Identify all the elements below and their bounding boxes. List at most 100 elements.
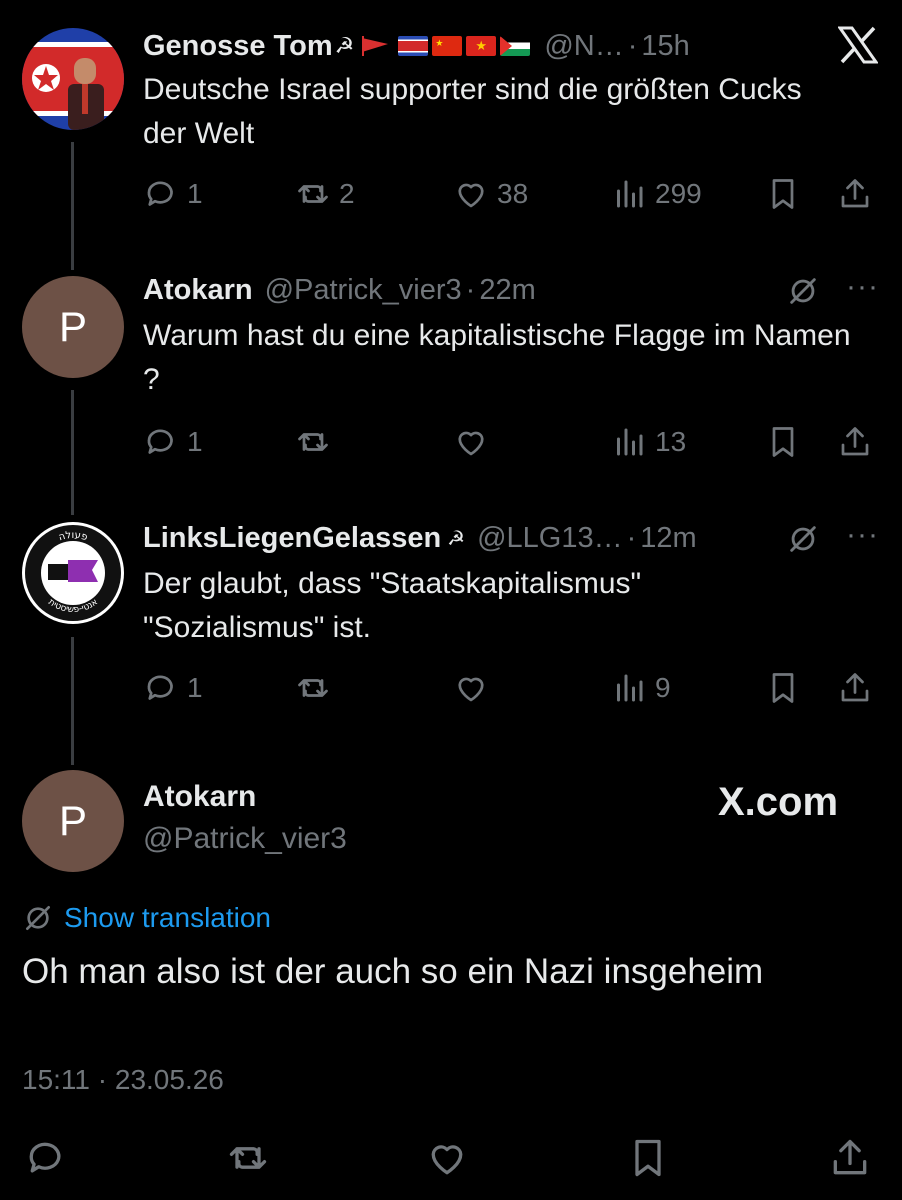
- display-name[interactable]: Atokarn: [143, 780, 256, 814]
- tweet-header: Genosse Tom ☭ ★ ★ @N… · 15h: [143, 26, 690, 66]
- timestamp[interactable]: 22m: [479, 274, 535, 307]
- avatar[interactable]: [22, 28, 124, 130]
- share-icon[interactable]: [828, 1136, 872, 1180]
- display-name[interactable]: Genosse Tom: [143, 30, 333, 63]
- share-icon: [841, 179, 869, 208]
- vietnam-flag-icon: ★: [466, 36, 497, 56]
- svg-text:אנטי-פשיסטית: אנטי-פשיסטית: [46, 597, 100, 615]
- reply-count: 1: [187, 672, 203, 703]
- tweet-text: Deutsche Israel supporter sind die größt…: [143, 73, 802, 150]
- timestamp[interactable]: 15h: [641, 30, 689, 63]
- thread-connector: [71, 142, 74, 270]
- tweet-text: Der glaubt, dass "Staatskapitalismus" "S…: [143, 567, 642, 644]
- reply-count: 1: [187, 426, 203, 457]
- north-korea-flag-icon: [398, 36, 429, 56]
- tweet-actions: 1 9: [143, 668, 883, 708]
- views-icon: [617, 674, 643, 702]
- more-options-icon[interactable]: ···: [846, 518, 879, 552]
- separator-dot: ·: [465, 273, 476, 306]
- thread-connector: [71, 390, 74, 515]
- share-button[interactable]: [837, 668, 873, 708]
- show-translation-link[interactable]: Show translation: [64, 902, 271, 934]
- reply-icon: [147, 675, 173, 700]
- logo-lettering: פעולה אנטי-פשיסטית: [46, 530, 100, 615]
- repost-button[interactable]: [295, 668, 339, 708]
- tweet-text: Warum hast du eine kapitalistische Flagg…: [143, 319, 851, 396]
- translate-globe-icon: [790, 526, 816, 552]
- red-flag-icon: [362, 36, 389, 56]
- reply-button[interactable]: 1: [143, 422, 203, 462]
- repost-icon[interactable]: [224, 1136, 272, 1180]
- bookmark-icon: [772, 179, 794, 209]
- like-button[interactable]: [453, 668, 497, 708]
- hammer-sickle-icon: ☭: [447, 527, 466, 550]
- bookmark-icon: [772, 427, 794, 457]
- reply-icon: [147, 181, 173, 206]
- more-options-icon[interactable]: ···: [846, 270, 879, 304]
- china-flag-icon: ★: [432, 36, 463, 56]
- like-button[interactable]: 38: [453, 174, 528, 214]
- thread-connector: [71, 637, 74, 765]
- views-icon: [617, 180, 643, 208]
- bookmark-icon[interactable]: [626, 1136, 670, 1180]
- handle[interactable]: @Patrick_vier3: [143, 822, 347, 856]
- translate-globe-icon: [26, 906, 50, 930]
- bookmark-button[interactable]: [765, 422, 801, 462]
- heart-icon: [458, 677, 484, 702]
- share-icon: [841, 427, 869, 456]
- x-com-watermark: X.com: [718, 780, 839, 824]
- reply-icon[interactable]: [24, 1136, 68, 1180]
- bookmark-button[interactable]: [765, 174, 801, 214]
- handle[interactable]: @LLG13…: [477, 522, 623, 555]
- bookmark-icon: [772, 673, 794, 703]
- tweet-timestamp[interactable]: 15:11 · 23.05.26: [22, 1064, 224, 1096]
- show-translation-row[interactable]: Show translation: [22, 902, 271, 934]
- tweet-actions: 1 2 38 299: [143, 174, 883, 214]
- x-logo-icon[interactable]: [838, 26, 878, 64]
- share-icon: [841, 673, 869, 702]
- timestamp[interactable]: 12m: [640, 522, 696, 555]
- share-button[interactable]: [837, 422, 873, 462]
- display-name[interactable]: LinksLiegenGelassen: [143, 522, 441, 555]
- repost-icon: [298, 679, 328, 697]
- handle[interactable]: @N…: [544, 30, 623, 63]
- hammer-sickle-icon: ☭: [334, 33, 355, 58]
- view-count: 9: [655, 672, 671, 703]
- views-button[interactable]: 9: [611, 668, 671, 708]
- separator-dot: ·: [626, 521, 637, 554]
- avatar[interactable]: P: [22, 276, 124, 378]
- repost-icon: [298, 185, 328, 203]
- tweet-header: LinksLiegenGelassen ☭ @LLG13… · 12m: [143, 518, 697, 558]
- repost-icon: [298, 433, 328, 451]
- palestine-flag-icon: [500, 36, 531, 56]
- main-actions: [0, 1134, 902, 1184]
- handle[interactable]: @Patrick_vier3: [265, 274, 462, 307]
- views-button[interactable]: 13: [611, 422, 686, 462]
- avatar[interactable]: פעולה אנטי-פשיסטית: [22, 522, 124, 624]
- reply-button[interactable]: 1: [143, 174, 203, 214]
- views-button[interactable]: 299: [611, 174, 702, 214]
- tweet-text: Oh man also ist der auch so ein Nazi ins…: [22, 952, 764, 991]
- tweet-header: Atokarn @Patrick_vier3 · 22m: [143, 270, 536, 310]
- reply-icon: [147, 429, 173, 454]
- bookmark-button[interactable]: [765, 668, 801, 708]
- avatar[interactable]: P: [22, 770, 124, 872]
- repost-count: 2: [339, 178, 355, 209]
- like-button[interactable]: [453, 422, 497, 462]
- reply-button[interactable]: 1: [143, 668, 203, 708]
- views-icon: [617, 428, 643, 456]
- separator-dot: ·: [627, 29, 638, 62]
- heart-icon[interactable]: [424, 1136, 470, 1180]
- profile-photo-icon: [22, 28, 124, 130]
- translate-globe-icon: [790, 278, 816, 304]
- heart-icon: [458, 431, 484, 456]
- display-name[interactable]: Atokarn: [143, 274, 253, 307]
- share-button[interactable]: [837, 174, 873, 214]
- repost-button[interactable]: 2: [295, 174, 355, 214]
- repost-button[interactable]: [295, 422, 339, 462]
- view-count: 13: [655, 426, 687, 457]
- heart-icon: [458, 183, 484, 208]
- view-count: 299: [655, 178, 702, 209]
- svg-text:פעולה: פעולה: [57, 530, 89, 543]
- reply-count: 1: [187, 178, 203, 209]
